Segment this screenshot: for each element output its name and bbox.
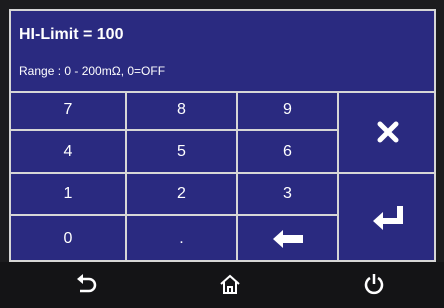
enter-button[interactable] <box>339 174 436 262</box>
entry-header: HI-Limit = 100 Range : 0 - 200mΩ, 0=OFF <box>11 11 434 93</box>
close-x-icon <box>377 121 398 142</box>
back-button[interactable] <box>72 270 100 298</box>
keypad: 7 8 9 4 5 6 1 2 3 0 . <box>11 91 436 262</box>
limit-title: HI-Limit = 100 <box>19 26 124 43</box>
key-3[interactable]: 3 <box>238 174 339 216</box>
range-label: Range : 0 - 200mΩ, 0=OFF <box>19 64 166 78</box>
enter-return-icon <box>372 206 403 230</box>
power-button[interactable] <box>360 270 388 298</box>
clear-button[interactable] <box>339 91 436 174</box>
key-0[interactable]: 0 <box>11 216 127 262</box>
key-5[interactable]: 5 <box>127 131 238 174</box>
backspace-button[interactable] <box>238 216 339 262</box>
power-icon <box>364 274 384 295</box>
key-8[interactable]: 8 <box>127 91 238 131</box>
numeric-entry-panel: HI-Limit = 100 Range : 0 - 200mΩ, 0=OFF … <box>9 9 436 262</box>
home-button[interactable] <box>216 270 244 298</box>
left-arrow-icon <box>272 230 303 248</box>
key-1[interactable]: 1 <box>11 174 127 216</box>
key-decimal[interactable]: . <box>127 216 238 262</box>
bottom-nav-bar <box>0 262 444 308</box>
key-7[interactable]: 7 <box>11 91 127 131</box>
back-arrow-icon <box>77 274 97 293</box>
key-9[interactable]: 9 <box>238 91 339 131</box>
key-6[interactable]: 6 <box>238 131 339 174</box>
home-icon <box>220 274 240 294</box>
key-2[interactable]: 2 <box>127 174 238 216</box>
key-4[interactable]: 4 <box>11 131 127 174</box>
